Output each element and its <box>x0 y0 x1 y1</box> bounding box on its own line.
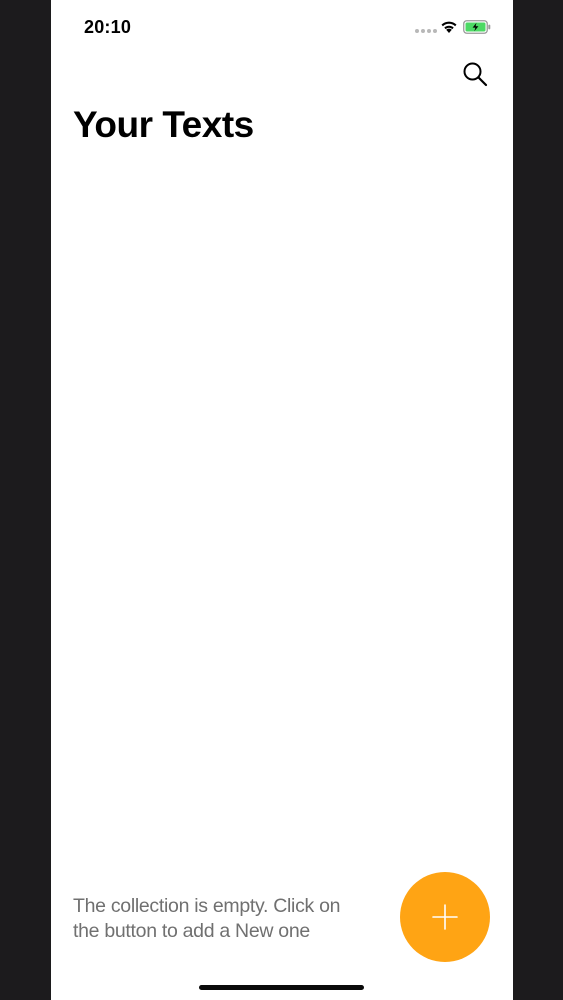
app-screen: 20:10 Your Texts The collection is empty… <box>51 0 513 1000</box>
battery-charging-icon <box>463 20 491 34</box>
page-title: Your Texts <box>73 104 254 145</box>
home-indicator[interactable] <box>199 985 364 990</box>
wifi-icon <box>441 21 457 33</box>
empty-state-line-2: the button to add a New one <box>73 920 310 942</box>
left-letterbox <box>0 0 51 1000</box>
status-bar: 20:10 <box>51 0 513 52</box>
cellular-signal-icon <box>415 29 437 34</box>
right-letterbox <box>513 0 563 1000</box>
search-icon <box>463 62 488 87</box>
plus-icon <box>432 904 458 930</box>
search-button[interactable] <box>461 60 489 88</box>
status-time: 20:10 <box>84 17 132 37</box>
empty-state-message: The collection is empty. Click on the bu… <box>73 894 373 944</box>
add-text-button[interactable] <box>400 872 490 962</box>
empty-state-line-1: The collection is empty. Click on <box>73 895 341 917</box>
